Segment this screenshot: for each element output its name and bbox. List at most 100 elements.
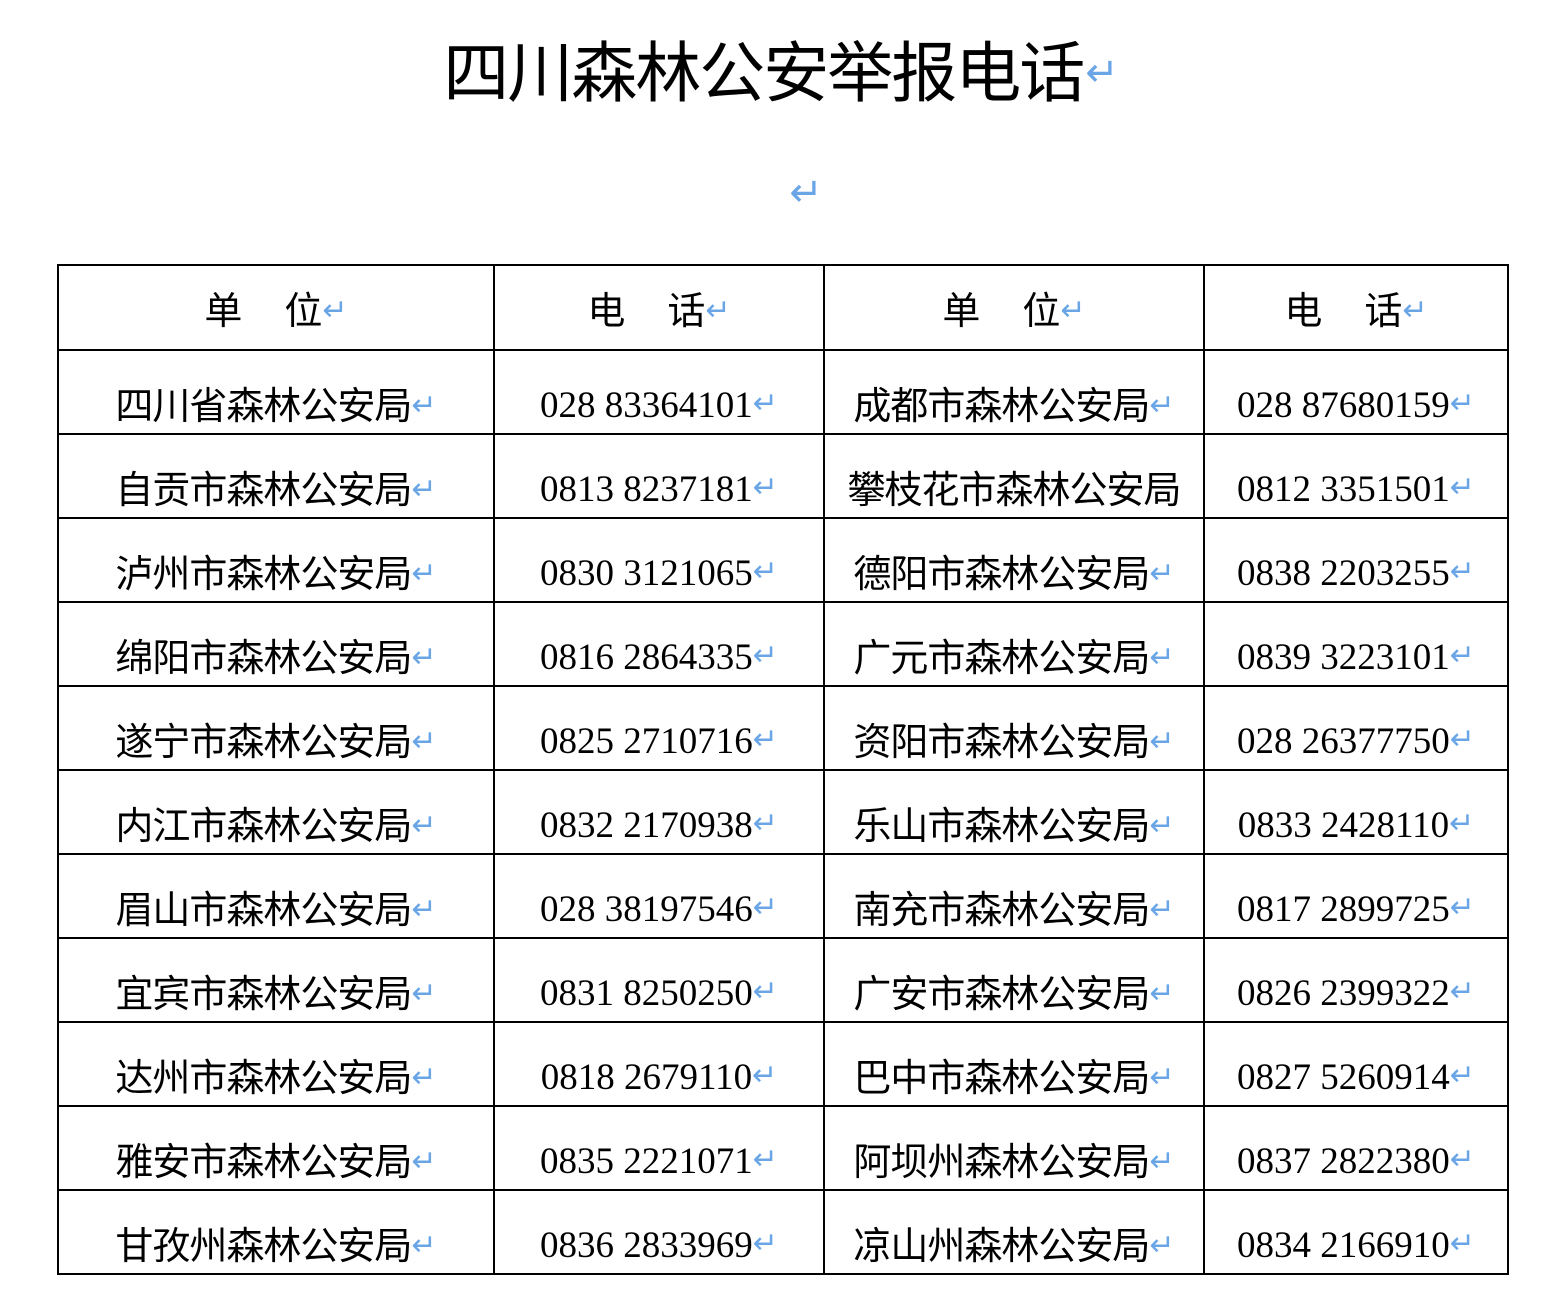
unit-name: 阿坝州森林公安局 <box>853 1140 1150 1184</box>
phone-cell: 028 26377750↵ <box>1203 685 1509 771</box>
unit-cell: 泸州市森林公安局↵ <box>57 517 495 603</box>
unit-name: 攀枝花市森林公安局 <box>847 468 1181 512</box>
phone-number: 0838 2203255 <box>1237 553 1450 594</box>
paragraph-mark-icon: ↵ <box>752 1142 778 1177</box>
phone-cell: 0818 2679110↵ <box>493 1021 825 1107</box>
paragraph-mark-icon: ↵ <box>1449 890 1475 925</box>
paragraph-mark-icon: ↵ <box>1149 1144 1175 1179</box>
document-title: 四川森林公安举报电话↵ <box>0 28 1560 119</box>
table-row: 雅安市森林公安局↵ 0835 2221071↵ 阿坝州森林公安局↵ 0837 2822… <box>57 1105 1509 1191</box>
phone-cell: 0812 3351501↵ <box>1203 433 1509 519</box>
paragraph-mark-icon: ↵ <box>1449 1226 1475 1261</box>
unit-cell: 雅安市森林公安局↵ <box>57 1105 495 1191</box>
paragraph-mark-icon: ↵ <box>705 293 731 328</box>
unit-cell: 遂宁市森林公安局↵ <box>57 685 495 771</box>
unit-name: 巴中市森林公安局 <box>853 1056 1150 1100</box>
paragraph-mark-icon: ↵ <box>752 638 778 673</box>
phone-table: 单位↵ 电话↵ 单位↵ 电话↵ 四川省森林公安局↵ 028 83364101↵ 成都… <box>57 264 1509 1275</box>
table-row: 眉山市森林公安局↵ 028 38197546↵ 南充市森林公安局↵ 0817 2899… <box>57 853 1509 939</box>
paragraph-mark-icon: ↵ <box>789 170 823 216</box>
phone-number: 0812 3351501 <box>1237 469 1450 510</box>
unit-cell: 自贡市森林公安局↵ <box>57 433 495 519</box>
unit-cell: 眉山市森林公安局↵ <box>57 853 495 939</box>
table-row: 达州市森林公安局↵ 0818 2679110↵ 巴中市森林公安局↵ 0827 5260… <box>57 1021 1509 1107</box>
phone-cell: 0813 8237181↵ <box>493 433 825 519</box>
paragraph-mark-icon: ↵ <box>752 1058 778 1093</box>
paragraph-mark-icon: ↵ <box>1449 470 1475 505</box>
paragraph-mark-icon: ↵ <box>411 976 437 1011</box>
unit-name: 成都市森林公安局 <box>853 384 1150 428</box>
phone-number: 028 38197546 <box>540 889 753 930</box>
paragraph-mark-icon: ↵ <box>752 890 778 925</box>
paragraph-mark-icon: ↵ <box>1149 640 1175 675</box>
unit-cell: 资阳市森林公安局↵ <box>823 685 1205 771</box>
paragraph-mark-icon: ↵ <box>1149 556 1175 591</box>
phone-cell: 0830 3121065↵ <box>493 517 825 603</box>
paragraph-mark-icon: ↵ <box>1149 1060 1175 1095</box>
unit-name: 凉山州森林公安局 <box>853 1224 1150 1268</box>
paragraph-mark-icon: ↵ <box>411 472 437 507</box>
table-row: 内江市森林公安局↵ 0832 2170938↵ 乐山市森林公安局↵ 0833 2428… <box>57 769 1509 855</box>
paragraph-mark-icon: ↵ <box>752 722 778 757</box>
phone-cell: 0833 2428110↵ <box>1203 769 1509 855</box>
paragraph-mark-icon: ↵ <box>1149 976 1175 1011</box>
paragraph-mark-icon: ↵ <box>1149 388 1175 423</box>
paragraph-mark-icon: ↵ <box>752 554 778 589</box>
paragraph-mark-icon: ↵ <box>411 892 437 927</box>
phone-cell: 0839 3223101↵ <box>1203 601 1509 687</box>
unit-name: 遂宁市森林公安局 <box>115 720 412 764</box>
paragraph-mark-icon: ↵ <box>1060 293 1086 328</box>
phone-cell: 0838 2203255↵ <box>1203 517 1509 603</box>
table-row: 遂宁市森林公安局↵ 0825 2710716↵ 资阳市森林公安局↵ 028 26377… <box>57 685 1509 771</box>
unit-name: 泸州市森林公安局 <box>115 552 412 596</box>
table-row: 绵阳市森林公安局↵ 0816 2864335↵ 广元市森林公安局↵ 0839 3223… <box>57 601 1509 687</box>
phone-number: 0830 3121065 <box>540 553 753 594</box>
paragraph-mark-icon: ↵ <box>411 1060 437 1095</box>
paragraph-mark-icon: ↵ <box>1085 50 1118 96</box>
phone-number: 0837 2822380 <box>1237 1141 1450 1182</box>
empty-paragraph: ↵ <box>0 168 1560 218</box>
phone-cell: 0837 2822380↵ <box>1203 1105 1509 1191</box>
phone-number: 0826 2399322 <box>1237 973 1450 1014</box>
unit-name: 广元市森林公安局 <box>853 636 1150 680</box>
unit-cell: 德阳市森林公安局↵ <box>823 517 1205 603</box>
paragraph-mark-icon: ↵ <box>411 556 437 591</box>
header-cell-unit: 单位↵ <box>57 264 495 351</box>
table-row: 泸州市森林公安局↵ 0830 3121065↵ 德阳市森林公安局↵ 0838 2203… <box>57 517 1509 603</box>
unit-cell: 内江市森林公安局↵ <box>57 769 495 855</box>
phone-cell: 0834 2166910↵ <box>1203 1189 1509 1275</box>
paragraph-mark-icon: ↵ <box>411 640 437 675</box>
paragraph-mark-icon: ↵ <box>752 386 778 421</box>
unit-cell: 四川省森林公安局↵ <box>57 349 495 435</box>
phone-number: 0827 5260914 <box>1237 1057 1450 1098</box>
paragraph-mark-icon: ↵ <box>1449 722 1475 757</box>
phone-cell: 0817 2899725↵ <box>1203 853 1509 939</box>
unit-cell: 绵阳市森林公安局↵ <box>57 601 495 687</box>
paragraph-mark-icon: ↵ <box>1449 386 1475 421</box>
phone-number: 028 26377750 <box>1237 721 1450 762</box>
phone-cell: 0832 2170938↵ <box>493 769 825 855</box>
paragraph-mark-icon: ↵ <box>1149 724 1175 759</box>
table-row: 宜宾市森林公安局↵ 0831 8250250↵ 广安市森林公安局↵ 0826 2399… <box>57 937 1509 1023</box>
paragraph-mark-icon: ↵ <box>411 724 437 759</box>
phone-cell: 028 38197546↵ <box>493 853 825 939</box>
paragraph-mark-icon: ↵ <box>1149 892 1175 927</box>
unit-name: 南充市森林公安局 <box>853 888 1150 932</box>
paragraph-mark-icon: ↵ <box>1149 808 1175 843</box>
paragraph-mark-icon: ↵ <box>1449 1142 1475 1177</box>
phone-number: 0816 2864335 <box>540 637 753 678</box>
table-row: 自贡市森林公安局↵ 0813 8237181↵ 攀枝花市森林公安局 0812 3351… <box>57 433 1509 519</box>
unit-cell: 广元市森林公安局↵ <box>823 601 1205 687</box>
phone-number: 028 83364101 <box>540 385 753 426</box>
unit-name: 资阳市森林公安局 <box>853 720 1150 764</box>
phone-number: 0818 2679110 <box>540 1057 753 1098</box>
unit-name: 甘孜州森林公安局 <box>115 1224 412 1268</box>
unit-cell: 凉山州森林公安局↵ <box>823 1189 1205 1275</box>
paragraph-mark-icon: ↵ <box>411 388 437 423</box>
phone-number: 028 87680159 <box>1237 385 1450 426</box>
unit-name: 眉山市森林公安局 <box>115 888 412 932</box>
unit-name: 宜宾市森林公安局 <box>115 972 412 1016</box>
phone-cell: 0816 2864335↵ <box>493 601 825 687</box>
unit-cell: 攀枝花市森林公安局 <box>823 433 1205 519</box>
paragraph-mark-icon: ↵ <box>411 808 437 843</box>
